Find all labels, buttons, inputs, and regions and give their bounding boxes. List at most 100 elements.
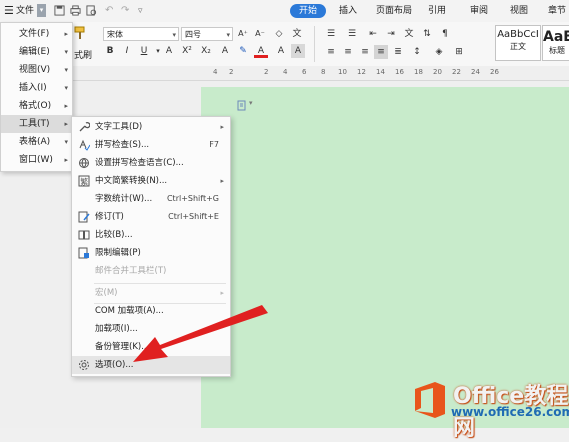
chevron-down-icon: ▾	[64, 138, 68, 146]
office-tutorial-watermark: Office教程网 www.office26.com	[409, 376, 569, 441]
submenu-item-restrict-editing[interactable]: 限制编辑(P)	[72, 244, 230, 262]
format-painter-label[interactable]: 式刷	[74, 48, 92, 61]
font-color-icon[interactable]: A	[254, 44, 268, 58]
ruler-number: 14	[376, 68, 385, 76]
submenu-item-text-tools[interactable]: 文字工具(D) ▸	[72, 118, 230, 136]
strikethrough-icon[interactable]: A	[162, 44, 176, 58]
chevron-right-icon: ▸	[220, 177, 224, 185]
menu-item-tools[interactable]: 工具(T) ▸	[1, 115, 72, 133]
save-icon[interactable]	[54, 5, 65, 16]
pinyin-icon[interactable]: 文	[290, 27, 304, 41]
text-effect-icon[interactable]: A	[218, 44, 232, 58]
italic-icon[interactable]: I	[120, 44, 134, 58]
grow-font-icon[interactable]: A⁺	[236, 27, 250, 41]
font-name-value: 宋体	[107, 30, 123, 39]
char-shading-icon[interactable]: A	[291, 44, 305, 58]
style-label: 标题	[549, 46, 565, 55]
chevron-down-icon[interactable]: ▾	[249, 99, 253, 107]
decrease-indent-icon[interactable]: ⇤	[366, 27, 380, 41]
sort-icon[interactable]: ⇅	[420, 27, 434, 41]
align-center-icon[interactable]: ≡	[341, 45, 355, 59]
svg-text:繁: 繁	[80, 177, 88, 187]
align-right-icon[interactable]: ≡	[358, 45, 372, 59]
submenu-item-compare[interactable]: 比较(B)...	[72, 226, 230, 244]
ruler-number: 2	[229, 68, 234, 76]
submenu-item-label: 选项(O)...	[95, 360, 134, 370]
submenu-item-label: 宏(M)	[95, 288, 118, 298]
shrink-font-icon[interactable]: A⁻	[253, 27, 267, 41]
menu-item-label: 文件(F)	[19, 29, 50, 39]
menu-item-table[interactable]: 表格(A) ▾	[1, 133, 72, 151]
dropdown-arrow-icon[interactable]: ▾	[37, 4, 46, 17]
style-label: 正文	[510, 42, 526, 51]
menu-item-edit[interactable]: 编辑(E) ▾	[1, 43, 72, 61]
submenu-item-backup[interactable]: 备份管理(K)...	[72, 338, 230, 356]
format-painter-icon[interactable]	[73, 26, 87, 40]
distribute-icon[interactable]: ≣	[391, 45, 405, 59]
shortcut-label: F7	[209, 140, 219, 149]
tab-section[interactable]: 章节	[548, 4, 566, 18]
bullets-icon[interactable]: ☰	[324, 27, 338, 41]
tab-references[interactable]: 引用	[428, 4, 446, 18]
superscript-icon[interactable]: X²	[180, 44, 194, 58]
submenu-item-addins[interactable]: 加载项(I)...	[72, 320, 230, 338]
submenu-item-word-count[interactable]: 字数统计(W)... Ctrl+Shift+G	[72, 190, 230, 208]
menu-item-window[interactable]: 窗口(W) ▸	[1, 151, 72, 169]
borders-icon[interactable]: ⊞	[452, 45, 466, 59]
tab-review[interactable]: 审阅	[470, 4, 488, 18]
ruler-number: 26	[490, 68, 499, 76]
style-normal[interactable]: AaBbCcI 正文	[495, 25, 541, 61]
numbering-icon[interactable]: ☰	[345, 27, 359, 41]
show-marks-icon[interactable]: ¶	[438, 27, 452, 41]
submenu-item-label: 比较(B)...	[95, 230, 133, 240]
submenu-item-spell-check[interactable]: 拼写检查(S)... F7	[72, 136, 230, 154]
print-preview-icon[interactable]	[86, 5, 97, 16]
submenu-item-options[interactable]: 选项(O)...	[72, 356, 230, 374]
paragraph-layout-icon[interactable]	[237, 100, 247, 111]
submenu-item-spell-language[interactable]: 设置拼写检查语言(C)...	[72, 154, 230, 172]
ruler-number: 4	[213, 68, 218, 76]
style-heading[interactable]: AaE 标题	[542, 25, 569, 61]
chinese-layout-icon[interactable]: 文	[402, 27, 416, 41]
hamburger-icon[interactable]: ☰	[4, 3, 14, 19]
chevron-down-icon: ▾	[226, 31, 230, 39]
menu-item-format[interactable]: 格式(O) ▸	[1, 97, 72, 115]
menu-item-view[interactable]: 视图(V) ▾	[1, 61, 72, 79]
submenu-item-track-changes[interactable]: 修订(T) Ctrl+Shift+E	[72, 208, 230, 226]
align-left-icon[interactable]: ≡	[324, 45, 338, 59]
redo-icon[interactable]: ↷	[121, 3, 129, 19]
increase-indent-icon[interactable]: ⇥	[384, 27, 398, 41]
tab-insert[interactable]: 插入	[339, 4, 357, 18]
quick-access-dropdown-icon[interactable]: ▿	[138, 3, 143, 19]
line-spacing-icon[interactable]: ↕	[410, 45, 424, 59]
chevron-down-icon: ▾	[64, 66, 68, 74]
menu-item-file[interactable]: 文件(F) ▸	[1, 25, 72, 43]
bold-icon[interactable]: B	[103, 44, 117, 58]
justify-icon[interactable]: ≡	[374, 45, 388, 59]
subscript-icon[interactable]: X₂	[199, 44, 213, 58]
ribbon-divider	[314, 26, 315, 62]
submenu-item-label: 备份管理(K)...	[95, 342, 150, 352]
underline-icon[interactable]: U	[137, 44, 151, 58]
style-sample: AaBbCcI	[497, 29, 539, 40]
tab-home[interactable]: 开始	[290, 4, 327, 18]
compare-icon	[78, 230, 90, 240]
font-size-select[interactable]: 四号 ▾	[181, 27, 233, 41]
undo-icon[interactable]: ↶	[105, 3, 113, 19]
clear-format-icon[interactable]: ◇	[272, 27, 286, 41]
horizontal-ruler[interactable]: 4 2 2 4 6 8 10 12 14 16 18 20 22 24 26	[0, 66, 569, 81]
highlight-icon[interactable]: ✎	[236, 44, 250, 58]
file-menu-label[interactable]: 文件	[16, 3, 34, 19]
shading-icon[interactable]: ◈	[432, 45, 446, 59]
tab-page-layout[interactable]: 页面布局	[376, 4, 412, 18]
char-border-icon[interactable]: A	[274, 44, 288, 58]
menu-item-insert[interactable]: 插入(I) ▾	[1, 79, 72, 97]
tab-view[interactable]: 视图	[510, 4, 528, 18]
print-icon[interactable]	[70, 5, 81, 16]
submenu-item-chinese-convert[interactable]: 繁 中文简繁转换(N)... ▸	[72, 172, 230, 190]
font-size-value: 四号	[185, 30, 201, 39]
submenu-item-macro: 宏(M) ▸	[72, 284, 230, 302]
font-name-select[interactable]: 宋体 ▾	[103, 27, 179, 41]
track-changes-icon	[78, 211, 90, 223]
submenu-item-com-addins[interactable]: COM 加载项(A)...	[72, 302, 230, 320]
